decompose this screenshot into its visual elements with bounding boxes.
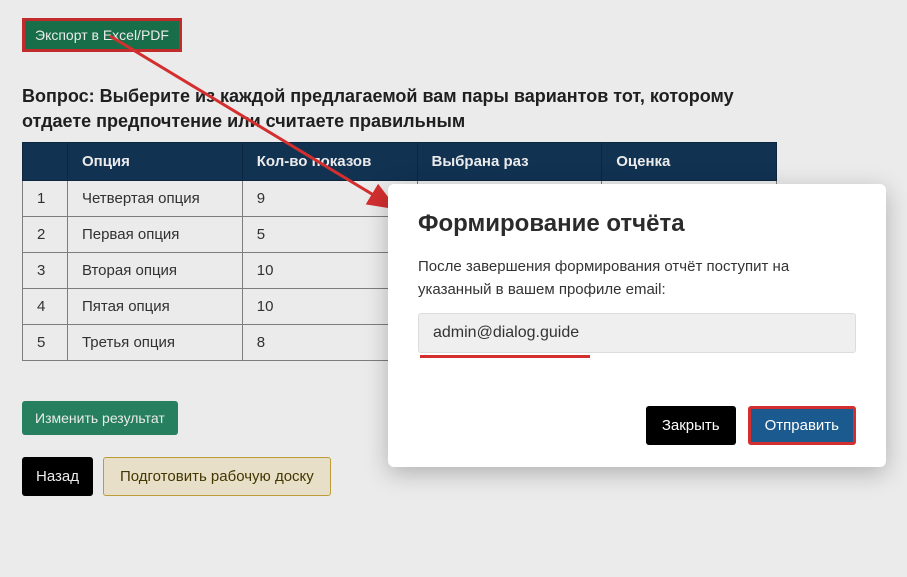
col-header-chosen: Выбрана раз <box>417 143 602 181</box>
prepare-board-button[interactable]: Подготовить рабочую доску <box>103 457 331 496</box>
back-button[interactable]: Назад <box>22 457 93 496</box>
modal-title: Формирование отчёта <box>418 210 856 238</box>
cell-index: 5 <box>23 325 68 361</box>
col-header-shows: Кол-во показов <box>242 143 417 181</box>
cell-option: Первая опция <box>67 217 242 253</box>
export-button[interactable]: Экспорт в Excel/PDF <box>22 18 182 52</box>
change-result-button[interactable]: Изменить результат <box>22 401 178 435</box>
table-header-row: Опция Кол-во показов Выбрана раз Оценка <box>23 143 777 181</box>
col-header-score: Оценка <box>602 143 777 181</box>
cell-index: 2 <box>23 217 68 253</box>
col-header-option: Опция <box>67 143 242 181</box>
cell-option: Четвертая опция <box>67 181 242 217</box>
close-button[interactable]: Закрыть <box>646 406 736 445</box>
cell-option: Вторая опция <box>67 253 242 289</box>
cell-index: 3 <box>23 253 68 289</box>
cell-option: Пятая опция <box>67 289 242 325</box>
col-header-index <box>23 143 68 181</box>
cell-option: Третья опция <box>67 325 242 361</box>
submit-button[interactable]: Отправить <box>748 406 856 445</box>
cell-index: 4 <box>23 289 68 325</box>
cell-index: 1 <box>23 181 68 217</box>
modal-actions: Закрыть Отправить <box>418 406 856 445</box>
annotation-underline <box>420 355 590 358</box>
report-modal: Формирование отчёта После завершения фор… <box>388 184 886 467</box>
modal-description: После завершения формирования отчёт пост… <box>418 256 856 301</box>
question-text: Вопрос: Выберите из каждой предлагаемой … <box>22 84 742 134</box>
email-field[interactable] <box>418 313 856 353</box>
